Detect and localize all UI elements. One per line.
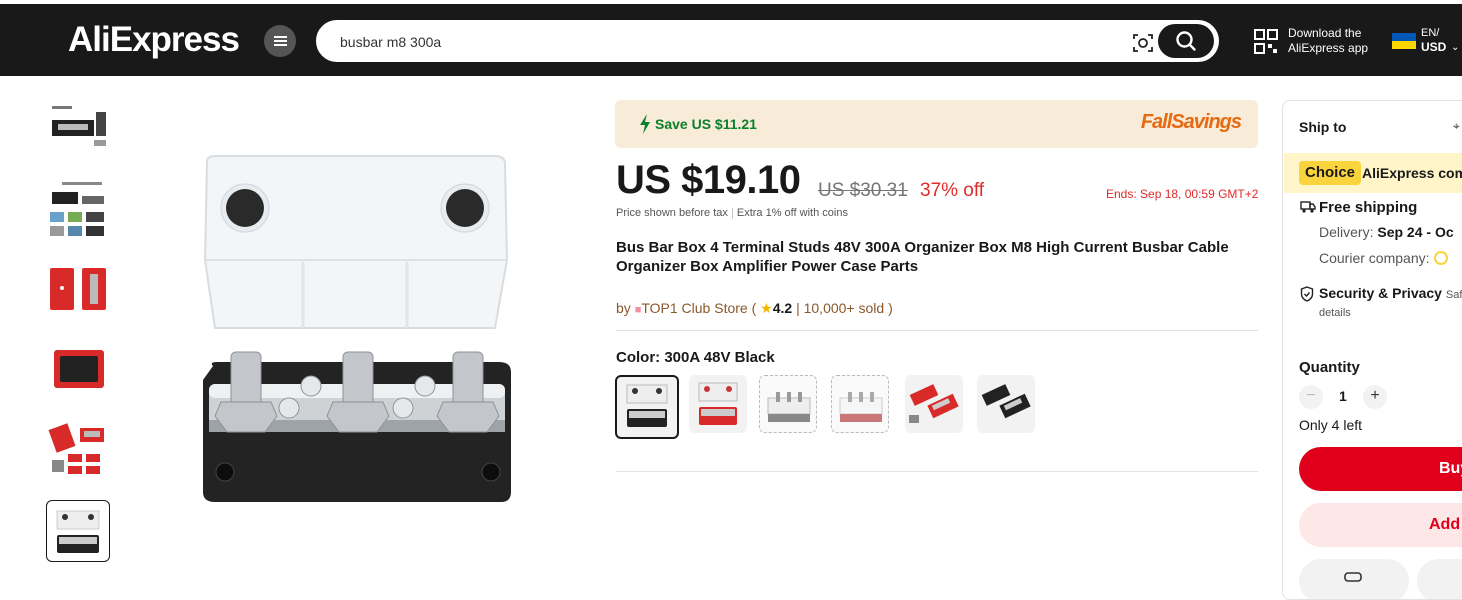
divider bbox=[616, 471, 1258, 472]
truck-icon bbox=[1300, 201, 1316, 213]
tax-note: Price shown before tax bbox=[616, 207, 728, 219]
search-bar bbox=[316, 20, 1219, 62]
courier-info: Courier company: bbox=[1319, 250, 1448, 266]
store-info: by ■TOP1 Club Store ( ★4.2 | 10,000+ sol… bbox=[616, 300, 893, 316]
choice-text: AliExpress com bbox=[1362, 165, 1462, 181]
price-notes: Price shown before tax | Extra 1% off wi… bbox=[616, 207, 848, 219]
thumbnail-4[interactable] bbox=[46, 340, 110, 402]
quantity-label: Quantity bbox=[1299, 359, 1360, 376]
swatch-red-boxes[interactable] bbox=[905, 375, 963, 433]
courier-label: Courier company: bbox=[1319, 250, 1430, 266]
sold-count: 10,000+ sold bbox=[803, 300, 885, 316]
product-title: Bus Bar Box 4 Terminal Studs 48V 300A Or… bbox=[616, 239, 1229, 275]
thumbnail-2[interactable] bbox=[46, 178, 110, 240]
ukraine-flag-icon[interactable] bbox=[1392, 33, 1416, 49]
swatch-grey-clear[interactable] bbox=[759, 375, 817, 433]
buy-now-button[interactable]: Buy bbox=[1299, 447, 1462, 491]
thumbnail-1[interactable] bbox=[46, 100, 110, 162]
security-sub: Safe bbox=[1445, 289, 1462, 301]
discount-badge: 37% off bbox=[920, 180, 985, 201]
delivery-date: Sep 24 - Oc bbox=[1377, 224, 1454, 240]
choice-badge: Choice bbox=[1299, 161, 1362, 185]
promo-banner: Save US $11.21 FallSavings bbox=[615, 100, 1258, 148]
coins-note[interactable]: Extra 1% off with coins bbox=[737, 207, 848, 219]
site-header: AliExpress Download the AliExpress app E… bbox=[0, 4, 1462, 76]
thumbnail-5[interactable] bbox=[46, 418, 110, 480]
search-icon bbox=[1176, 31, 1196, 51]
security-details: details bbox=[1319, 307, 1351, 319]
security-privacy[interactable]: Security & Privacy Safe bbox=[1319, 285, 1462, 301]
download-line1: Download the bbox=[1288, 26, 1362, 40]
menu-button[interactable] bbox=[264, 25, 296, 57]
stock-left: Only 4 left bbox=[1299, 417, 1363, 433]
language-currency-selector[interactable]: EN/ USD bbox=[1421, 26, 1446, 55]
star-icon: ★ bbox=[760, 300, 773, 316]
quantity-value[interactable]: 1 bbox=[1339, 388, 1347, 404]
divider bbox=[616, 330, 1258, 331]
delivery-label: Delivery: bbox=[1319, 224, 1374, 240]
download-app-link[interactable]: Download the AliExpress app bbox=[1288, 26, 1368, 56]
delivery-info: Delivery: Sep 24 - Oc bbox=[1319, 224, 1454, 240]
shield-icon bbox=[1300, 286, 1314, 302]
chevron-down-icon[interactable]: ⌄ bbox=[1451, 42, 1459, 53]
swatch-red-with-cover[interactable] bbox=[689, 375, 747, 433]
lightning-icon bbox=[640, 114, 650, 134]
image-search-icon[interactable] bbox=[1133, 34, 1153, 52]
store-rating: 4.2 bbox=[772, 300, 793, 316]
sale-end-time: Ends: Sep 18, 00:59 GMT+2 bbox=[1106, 187, 1259, 201]
free-shipping-label: Free shipping bbox=[1319, 199, 1418, 216]
search-input[interactable] bbox=[340, 31, 1100, 53]
thumbnail-3[interactable] bbox=[46, 260, 110, 322]
courier-logo-icon bbox=[1433, 251, 1448, 265]
color-label: Color: 300A 48V Black bbox=[616, 349, 775, 366]
campaign-logo: FallSavings bbox=[1140, 111, 1242, 133]
aliexpress-logo[interactable]: AliExpress bbox=[68, 20, 240, 60]
location-pin-icon[interactable]: ⌖ bbox=[1453, 119, 1460, 134]
language-label: EN/ bbox=[1421, 27, 1440, 39]
quantity-decrease-button[interactable]: − bbox=[1299, 385, 1323, 409]
qr-code-icon[interactable] bbox=[1254, 29, 1278, 55]
ship-to-label[interactable]: Ship to bbox=[1299, 119, 1346, 135]
choice-banner[interactable]: Choice AliExpress com bbox=[1284, 153, 1462, 193]
search-button[interactable] bbox=[1158, 24, 1214, 58]
swatch-black-boxes[interactable] bbox=[977, 375, 1035, 433]
swatch-300a-48v-black[interactable] bbox=[615, 375, 679, 439]
purchase-panel: Ship to ⌖ Choice AliExpress com Free shi… bbox=[1282, 100, 1462, 600]
thumbnail-6-selected[interactable] bbox=[46, 500, 110, 562]
save-amount: Save US $11.21 bbox=[655, 116, 757, 132]
menu-icon bbox=[273, 40, 287, 42]
add-to-cart-button[interactable]: Add bbox=[1299, 503, 1462, 547]
main-product-image[interactable] bbox=[195, 140, 525, 510]
swatch-red-clear[interactable] bbox=[831, 375, 889, 433]
store-name[interactable]: TOP1 Club Store bbox=[641, 300, 747, 316]
currency-label: USD bbox=[1421, 40, 1447, 54]
current-price: US $19.10 bbox=[616, 158, 801, 202]
security-title: Security & Privacy bbox=[1319, 285, 1442, 301]
original-price: US $30.31 bbox=[818, 180, 908, 201]
quantity-increase-button[interactable]: + bbox=[1363, 385, 1387, 409]
download-line2: AliExpress app bbox=[1288, 41, 1369, 55]
store-prefix: by bbox=[616, 300, 631, 316]
